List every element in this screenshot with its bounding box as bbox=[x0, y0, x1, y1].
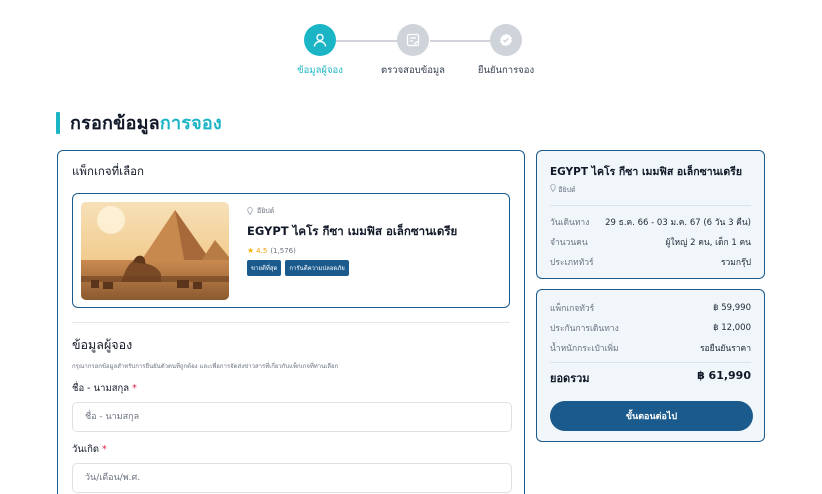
full-name-input[interactable] bbox=[72, 402, 512, 432]
package-badges: ขายดีที่สุด การันตีความปลอดภัย bbox=[247, 260, 457, 276]
row-key: จำนวนคน bbox=[550, 238, 588, 248]
trip-row-tour-type: ประเภททัวร์ รวมกรุ๊ป bbox=[550, 252, 751, 272]
booker-info-heading: ข้อมูลผู้จอง bbox=[72, 337, 133, 352]
step-confirm-booking: ยืนยันการจอง bbox=[461, 24, 551, 78]
package-info: อียิปต์ EGYPT ไคโร กีซา เมมฟิส อเล็กซานเ… bbox=[247, 202, 457, 299]
row-value: รวมกรุ๊ป bbox=[720, 258, 751, 268]
trip-location: อียิปต์ bbox=[550, 184, 751, 196]
trip-divider bbox=[550, 205, 751, 206]
row-key: น้ำหนักกระเป๋าเพิ่ม bbox=[550, 344, 619, 354]
rating-score: 4.5 bbox=[256, 246, 268, 255]
total-label: ยอดรวม bbox=[550, 372, 590, 385]
date-of-birth-input[interactable] bbox=[72, 463, 512, 493]
booker-info-subtext: กรุณากรอกข้อมูลสำหรับการยืนยันตัวตนที่ถู… bbox=[72, 363, 339, 370]
package-title: EGYPT ไคโร กีซา เมมฟิส อเล็กซานเดรีย bbox=[247, 224, 458, 238]
name-label-text: ชื่อ - นามสกุล bbox=[72, 383, 130, 394]
step-booker-info: ข้อมูลผู้จอง bbox=[275, 24, 365, 78]
row-value: ฿ 12,000 bbox=[713, 323, 751, 333]
star-icon: ★ bbox=[247, 246, 255, 255]
package-rating: ★ 4.5 (1,576) bbox=[247, 246, 457, 255]
price-row-insurance: ประกันการเดินทาง ฿ 12,000 bbox=[550, 318, 751, 338]
title-main-text: กรอกข้อมูล bbox=[70, 113, 160, 134]
booking-stepper: ข้อมูลผู้จอง ตรวจสอบข้อมูล ยืนยันการจอง bbox=[0, 24, 822, 76]
trip-row-travel-date: วันเดินทาง 29 ธ.ค. 66 - 03 ม.ค. 67 (6 วั… bbox=[550, 212, 751, 232]
price-divider bbox=[550, 362, 751, 363]
page-heading: กรอกข้อมูลการจอง bbox=[70, 108, 222, 137]
selected-package-label: แพ็กเกจที่เลือก bbox=[72, 164, 145, 178]
required-mark: * bbox=[102, 444, 107, 455]
location-pin-icon bbox=[247, 206, 253, 217]
row-value: 29 ธ.ค. 66 - 03 ม.ค. 67 (6 วัน 3 คืน) bbox=[605, 218, 751, 228]
required-mark: * bbox=[132, 383, 137, 394]
section-divider bbox=[72, 322, 510, 323]
row-key: ประเภททัวร์ bbox=[550, 258, 594, 268]
row-value: ฿ 59,990 bbox=[713, 303, 751, 313]
package-image-pyramids bbox=[81, 202, 229, 300]
dob-label-text: วันเกิด bbox=[72, 444, 99, 455]
price-total-row: ยอดรวม ฿ 61,990 bbox=[550, 369, 751, 387]
user-icon bbox=[304, 24, 336, 56]
step-review-info: ตรวจสอบข้อมูล bbox=[368, 24, 458, 78]
package-location-text: อียิปต์ bbox=[257, 207, 275, 215]
price-row-extra-baggage: น้ำหนักกระเป๋าเพิ่ม รอยืนยันราคา bbox=[550, 338, 751, 358]
step-label: ตรวจสอบข้อมูล bbox=[381, 65, 445, 76]
title-accent-text: การจอง bbox=[159, 113, 222, 134]
step-label: ข้อมูลผู้จอง bbox=[297, 65, 343, 76]
booking-form-card: แพ็กเกจที่เลือก อียิปต์ EGYPT ไคโร กีซา … bbox=[57, 150, 525, 494]
page-title: กรอกข้อมูลการจอง bbox=[56, 108, 222, 137]
review-count: (1,576) bbox=[270, 246, 296, 255]
title-accent-bar bbox=[56, 111, 60, 134]
step-label: ยืนยันการจอง bbox=[477, 65, 535, 76]
dob-field-label: วันเกิด * bbox=[72, 442, 510, 457]
row-value: ผู้ใหญ่ 2 คน, เด็ก 1 คน bbox=[665, 238, 751, 248]
check-badge-icon bbox=[490, 24, 522, 56]
price-summary-card: แพ็กเกจทัวร์ ฿ 59,990 ประกันการเดินทาง ฿… bbox=[536, 289, 765, 442]
location-pin-icon bbox=[550, 184, 558, 194]
package-location: อียิปต์ bbox=[247, 206, 457, 217]
row-key: แพ็กเกจทัวร์ bbox=[550, 304, 595, 314]
row-value: รอยืนยันราคา bbox=[699, 344, 751, 354]
trip-location-text: อียิปต์ bbox=[558, 186, 576, 194]
trip-summary-card: EGYPT ไคโร กีซา เมมฟิส อเล็กซานเดรีย อีย… bbox=[536, 150, 765, 279]
total-value: ฿ 61,990 bbox=[697, 369, 751, 382]
badge-best-seller: ขายดีที่สุด bbox=[247, 260, 282, 276]
selected-package-box[interactable]: อียิปต์ EGYPT ไคโร กีซา เมมฟิส อเล็กซานเ… bbox=[72, 193, 510, 308]
next-step-button[interactable]: ขั้นตอนต่อไป bbox=[550, 401, 753, 431]
price-row-package: แพ็กเกจทัวร์ ฿ 59,990 bbox=[550, 298, 751, 318]
trip-row-travelers: จำนวนคน ผู้ใหญ่ 2 คน, เด็ก 1 คน bbox=[550, 232, 751, 252]
badge-safety-guarantee: การันตีความปลอดภัย bbox=[285, 260, 349, 276]
row-key: ประกันการเดินทาง bbox=[550, 324, 619, 334]
name-field-label: ชื่อ - นามสกุล * bbox=[72, 381, 510, 396]
row-key: วันเดินทาง bbox=[550, 218, 590, 228]
document-check-icon bbox=[397, 24, 429, 56]
trip-title: EGYPT ไคโร กีซา เมมฟิส อเล็กซานเดรีย bbox=[550, 166, 742, 178]
